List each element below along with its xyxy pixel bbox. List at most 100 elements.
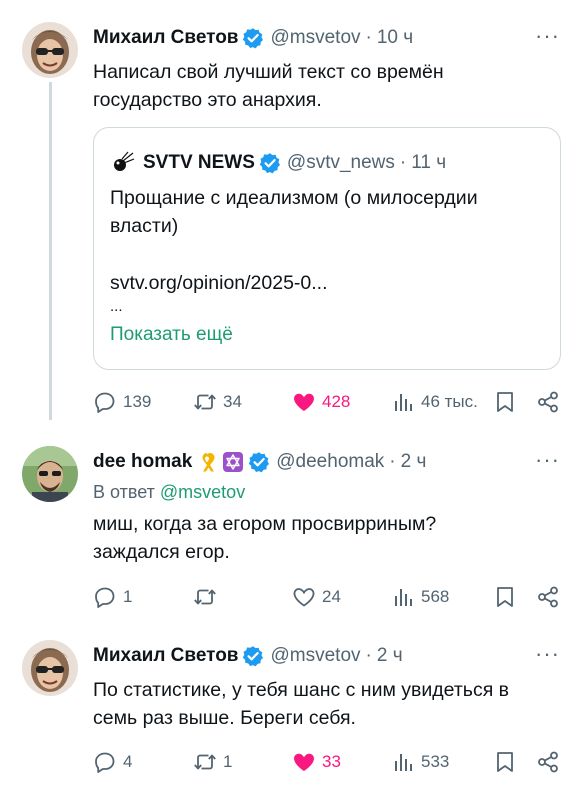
action-bar: 1 24 568 [93, 584, 563, 610]
share-icon [536, 585, 560, 609]
more-icon[interactable]: ··· [535, 643, 560, 665]
quote-avatar [110, 150, 136, 176]
separator-dot: · [399, 152, 407, 173]
separator-dot: · [365, 27, 372, 48]
reply-icon [93, 390, 117, 414]
reply-prefix: В ответ [93, 482, 155, 502]
quote-author-name: SVTV NEWS [143, 152, 255, 173]
tweet-header: Михаил Светов @msvetov · 2 ч ··· [93, 643, 564, 668]
share-button[interactable] [536, 389, 560, 415]
like-button[interactable]: 24 [292, 584, 341, 610]
avatar[interactable] [22, 640, 78, 696]
view-count: 46 тыс. [421, 392, 478, 411]
retweet-icon [193, 585, 217, 609]
quote-header: SVTV NEWS @svtv_news · 11 ч [110, 150, 446, 176]
like-count: 33 [322, 752, 341, 771]
retweet-button[interactable]: 34 [193, 389, 242, 415]
views-button[interactable]: 568 [391, 584, 449, 610]
verified-icon [242, 645, 264, 667]
author-handle[interactable]: @msvetov [270, 27, 360, 49]
quote-tweet[interactable]: SVTV NEWS @svtv_news · 11 ч Прощание с и… [93, 127, 561, 370]
retweet-count: 34 [223, 392, 242, 411]
bookmark-icon [493, 750, 517, 774]
timestamp[interactable]: 2 ч [377, 645, 403, 667]
separator-dot: · [365, 645, 372, 666]
verified-icon [248, 451, 270, 473]
show-more-link[interactable]: Показать ещё [110, 324, 233, 346]
reply-count: 139 [123, 392, 152, 411]
tweet-text-line: государство это анархия. [93, 89, 322, 111]
bookmark-icon [493, 585, 517, 609]
tweet-text-line: семь раз выше. Береги себя. [93, 707, 356, 729]
avatar[interactable] [22, 446, 78, 502]
reply-button[interactable]: 4 [93, 749, 132, 775]
quote-text-line: власти) [110, 215, 179, 237]
share-icon [536, 390, 560, 414]
verified-icon [242, 27, 264, 49]
tweet-header: dee homak @deehomak · 2 ч ··· [93, 449, 564, 474]
tweet-main[interactable]: Михаил Светов @msvetov · 10 ч ··· Написа… [0, 0, 584, 430]
timestamp[interactable]: 2 ч [401, 451, 427, 473]
reply-icon [93, 585, 117, 609]
retweet-button[interactable]: 1 [193, 749, 232, 775]
like-count: 428 [322, 392, 351, 411]
verified-icon [259, 152, 281, 174]
views-icon [391, 750, 415, 774]
quote-author-handle: @svtv_news [286, 152, 395, 173]
bookmark-button[interactable] [493, 584, 517, 610]
tweet-text: миш, когда за егором просвирриным? зажда… [93, 510, 560, 566]
reply-icon [93, 750, 117, 774]
retweet-icon [193, 390, 217, 414]
tweet-reply[interactable]: Михаил Светов @msvetov · 2 ч ··· По стат… [0, 630, 584, 800]
quote-link[interactable]: svtv.org/opinion/2025-0... [110, 269, 544, 297]
view-count: 568 [421, 587, 450, 606]
action-bar: 139 34 428 46 тыс. [93, 389, 563, 415]
quote-text-line: Прощание с идеализмом (о милосердии [110, 187, 478, 209]
tweet-text: Написал свой лучший текст со времён госу… [93, 58, 560, 114]
reply-handle-link[interactable]: @msvetov [160, 482, 245, 502]
tweet-text: По статистике, у тебя шанс с ним увидеть… [93, 676, 560, 732]
reply-count: 1 [123, 587, 133, 606]
retweet-button[interactable] [193, 584, 223, 610]
avatar[interactable] [22, 22, 78, 78]
quote-text: Прощание с идеализмом (о милосердии влас… [110, 184, 544, 240]
author-name[interactable]: dee homak [93, 451, 192, 473]
quote-timestamp: 11 ч [411, 152, 447, 173]
share-button[interactable] [536, 749, 560, 775]
tweet-text-line: заждался егор. [93, 541, 230, 563]
views-button[interactable]: 46 тыс. [391, 389, 478, 415]
share-icon [536, 750, 560, 774]
views-button[interactable]: 533 [391, 749, 449, 775]
separator-dot: · [389, 451, 396, 472]
more-icon[interactable]: ··· [535, 25, 560, 47]
reply-button[interactable]: 139 [93, 389, 151, 415]
tweet-text-line: По статистике, у тебя шанс с ним увидеть… [93, 679, 510, 701]
bookmark-icon [493, 390, 517, 414]
views-icon [391, 585, 415, 609]
star-of-david-icon [223, 452, 244, 472]
view-count: 533 [421, 752, 450, 771]
retweet-count: 1 [223, 752, 233, 771]
timestamp[interactable]: 10 ч [377, 27, 413, 49]
tweet-reply[interactable]: dee homak @deehomak · 2 ч ··· В ответ @m… [0, 430, 584, 630]
bookmark-button[interactable] [493, 749, 517, 775]
like-button[interactable]: 428 [292, 389, 350, 415]
author-handle[interactable]: @msvetov [270, 645, 360, 667]
author-name[interactable]: Михаил Светов [93, 27, 238, 49]
like-icon [292, 750, 316, 774]
reply-button[interactable]: 1 [93, 584, 132, 610]
reply-context: В ответ @msvetov [93, 482, 245, 503]
share-button[interactable] [536, 584, 560, 610]
ribbon-icon [202, 453, 215, 472]
tweet-header: Михаил Светов @msvetov · 10 ч ··· [93, 25, 564, 50]
views-icon [391, 390, 415, 414]
author-handle[interactable]: @deehomak [276, 451, 384, 473]
author-name[interactable]: Михаил Светов [93, 645, 238, 667]
reply-count: 4 [123, 752, 133, 771]
like-icon [292, 585, 316, 609]
more-icon[interactable]: ··· [535, 449, 560, 471]
bookmark-button[interactable] [493, 389, 517, 415]
quote-ellipsis: ... [110, 298, 123, 315]
like-button[interactable]: 33 [292, 749, 341, 775]
tweet-text-line: миш, когда за егором просвирриным? [93, 513, 437, 535]
